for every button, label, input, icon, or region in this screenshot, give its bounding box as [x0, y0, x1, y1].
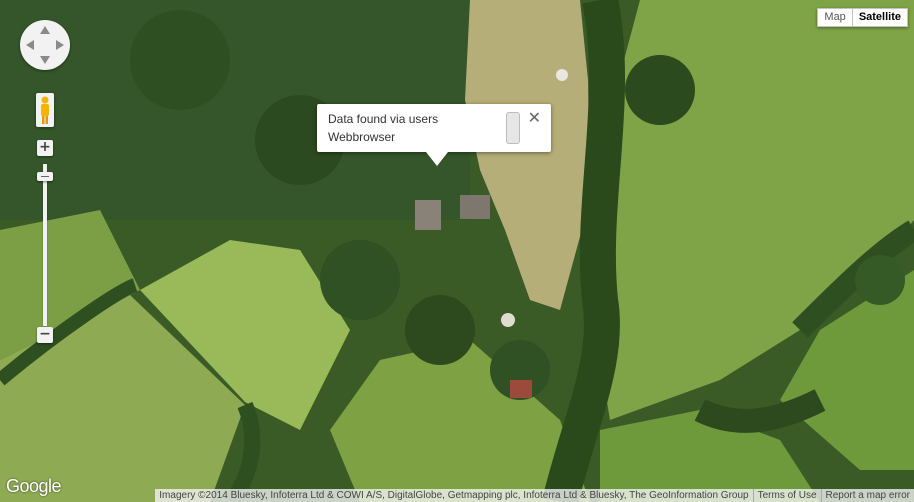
satellite-imagery	[0, 0, 914, 502]
close-icon[interactable]: ✕	[528, 110, 541, 126]
map-type-control: Map Satellite	[817, 8, 908, 27]
attribution-bar: Imagery ©2014 Bluesky, Infoterra Ltd & C…	[155, 489, 914, 502]
zoom-slider-handle[interactable]	[37, 172, 53, 181]
satellite-map[interactable]: Map Satellite + − Data found via users W…	[0, 0, 914, 502]
info-window-text: Data found via users Webbrowser	[328, 112, 439, 144]
info-window-scrollbar[interactable]	[506, 112, 520, 144]
zoom-slider-track[interactable]	[43, 164, 47, 326]
pan-right-arrow-icon[interactable]	[56, 40, 64, 50]
pegman-icon[interactable]	[36, 93, 54, 127]
pan-up-arrow-icon[interactable]	[40, 26, 50, 34]
google-logo[interactable]: Google	[6, 476, 62, 497]
map-type-map-button[interactable]: Map	[817, 8, 853, 27]
imagery-attribution: Imagery ©2014 Bluesky, Infoterra Ltd & C…	[155, 489, 753, 502]
info-window: Data found via users Webbrowser ✕	[317, 104, 551, 166]
pegman-figure-icon	[41, 96, 49, 124]
terms-of-use-link[interactable]: Terms of Use	[753, 489, 821, 502]
map-type-satellite-button[interactable]: Satellite	[852, 8, 908, 27]
zoom-in-button[interactable]: +	[37, 140, 53, 156]
report-map-error-link[interactable]: Report a map error	[821, 489, 914, 502]
pan-down-arrow-icon[interactable]	[40, 56, 50, 64]
pan-left-arrow-icon[interactable]	[26, 40, 34, 50]
pan-control-icon[interactable]	[20, 20, 70, 70]
info-window-pointer	[426, 152, 448, 166]
zoom-out-button[interactable]: −	[37, 327, 53, 343]
